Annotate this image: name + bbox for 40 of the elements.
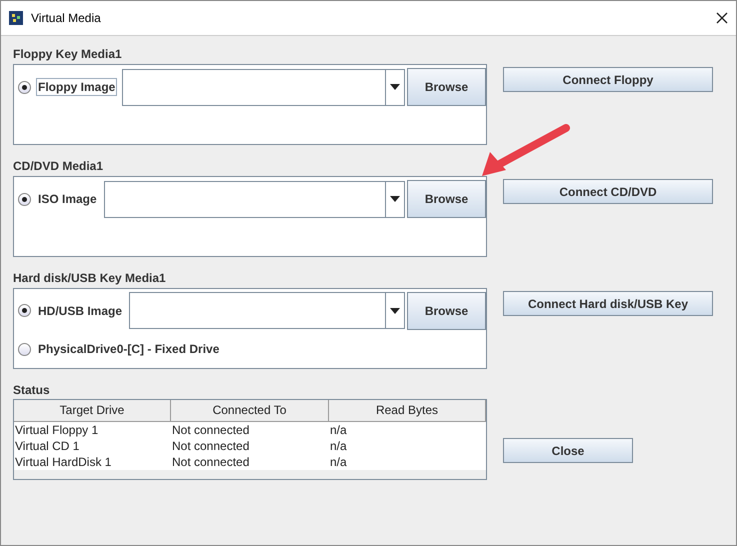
table-cell-text: Not connected <box>171 454 250 470</box>
table-cell-text: n/a <box>329 422 348 438</box>
file-path-field[interactable] <box>122 68 386 106</box>
section-title: Status <box>13 382 51 399</box>
connect-button[interactable]: Connect Floppy <box>503 67 713 92</box>
option-label: PhysicalDrive0-[C] - Fixed Drive <box>37 341 220 358</box>
table-cell-text: n/a <box>329 454 348 470</box>
dropdown-button[interactable] <box>386 180 405 218</box>
connect-button[interactable]: Connect Hard disk/USB Key <box>503 291 713 316</box>
option-label: ISO Image <box>37 191 98 208</box>
window-title: Virtual Media <box>31 11 102 25</box>
radio-button[interactable] <box>18 342 31 356</box>
radio-button[interactable] <box>18 304 31 318</box>
radio-button[interactable] <box>18 192 31 206</box>
browse-button[interactable]: Browse <box>407 292 486 330</box>
table-cell-text: Not connected <box>171 438 250 454</box>
dropdown-button[interactable] <box>386 68 405 106</box>
option-label: HD/USB Image <box>37 302 124 320</box>
file-path-field[interactable] <box>129 292 386 330</box>
caret-icon <box>390 84 400 90</box>
section-title: Floppy Key Media1 <box>13 46 123 63</box>
table-cell-text: Virtual Floppy 1 <box>14 422 100 438</box>
table-cell-text: Virtual CD 1 <box>14 438 80 454</box>
section-title: Hard disk/USB Key Media1 <box>13 270 167 287</box>
radio-button[interactable] <box>18 80 31 94</box>
table-cell-text: n/a <box>329 438 348 454</box>
table-cell-text: Not connected <box>171 422 250 438</box>
app-icon <box>9 11 23 25</box>
file-path-field[interactable] <box>104 180 386 218</box>
option-label: Floppy Image <box>36 78 118 96</box>
caret-icon <box>390 308 400 314</box>
close-icon[interactable] <box>716 12 728 24</box>
dropdown-button[interactable] <box>386 292 405 330</box>
browse-button[interactable]: Browse <box>407 68 486 106</box>
connect-button[interactable]: Connect CD/DVD <box>503 179 713 204</box>
table-cell-text: Virtual HardDisk 1 <box>14 454 112 470</box>
close-button[interactable]: Close <box>503 438 633 463</box>
browse-button[interactable]: Browse <box>407 180 486 218</box>
caret-icon <box>390 196 400 202</box>
section-title: CD/DVD Media1 <box>13 158 104 175</box>
